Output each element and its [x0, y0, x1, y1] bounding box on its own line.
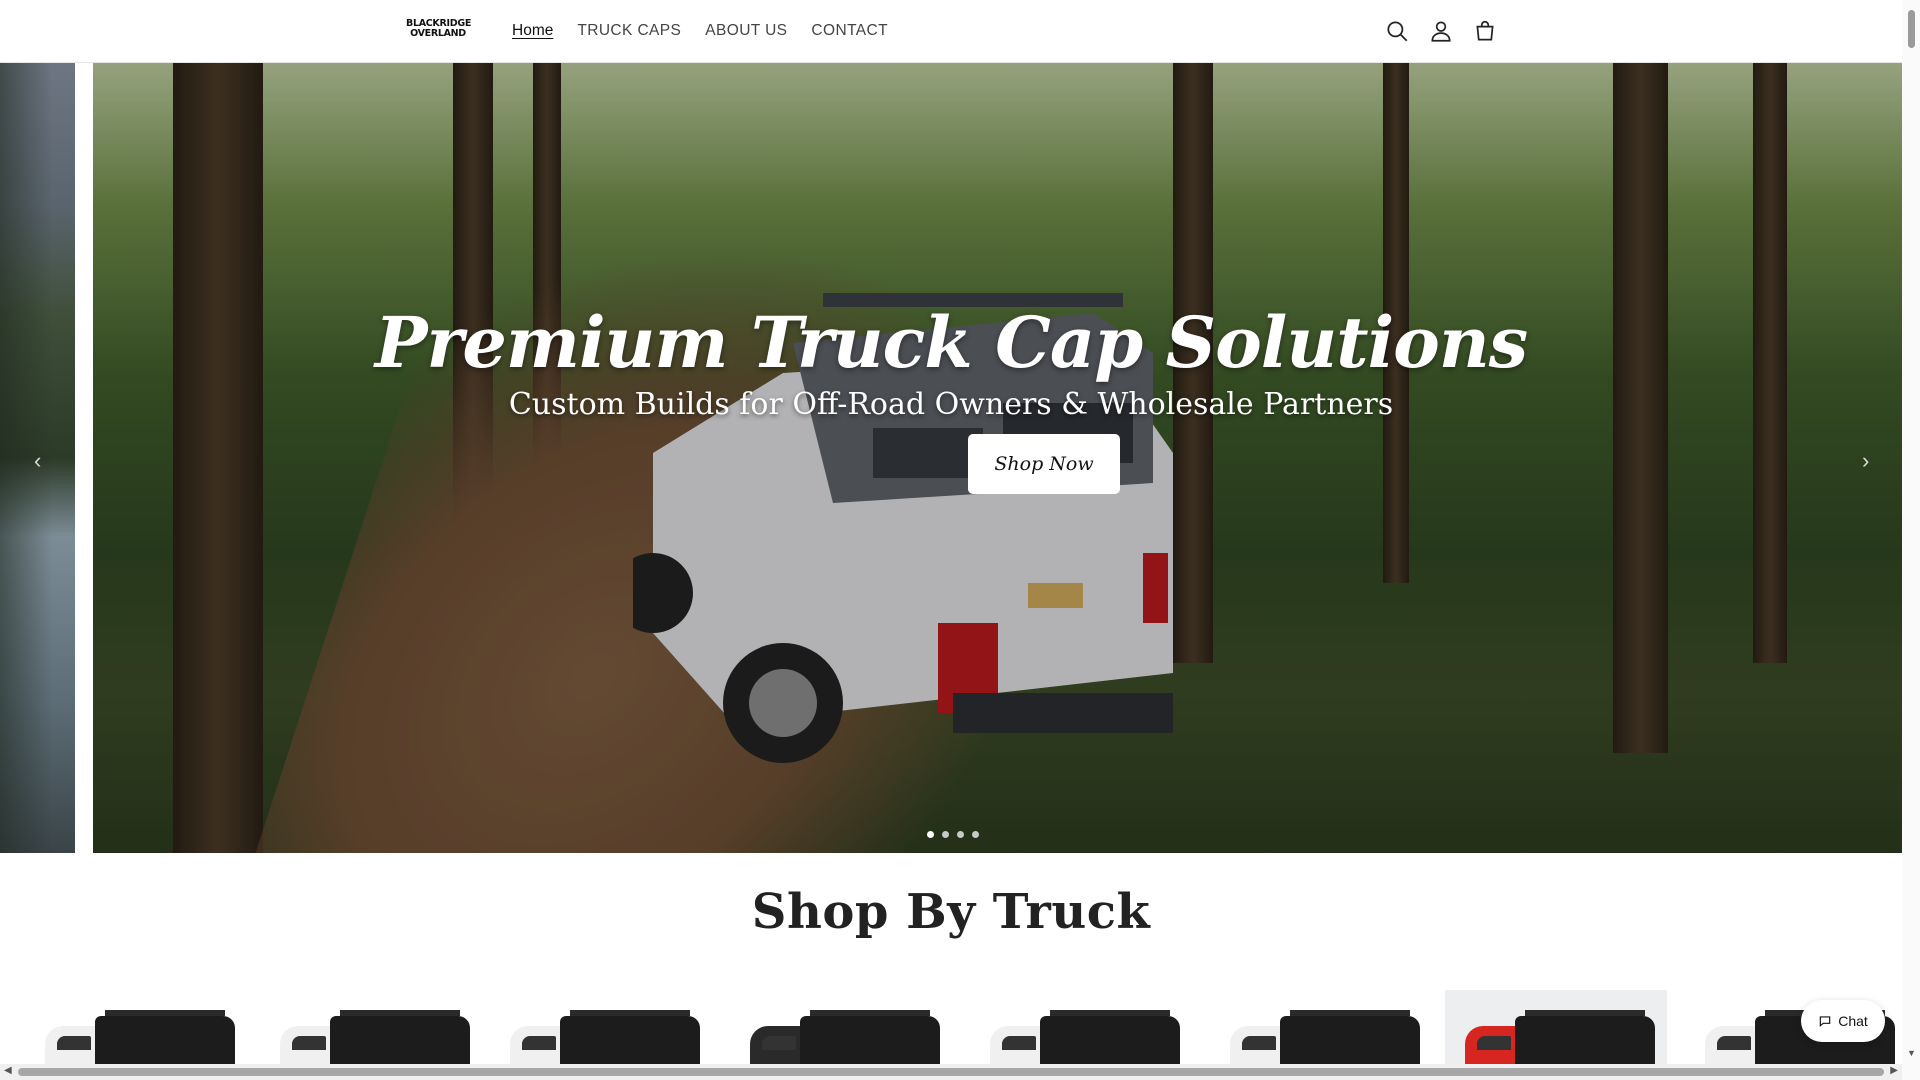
horizontal-scroll-thumb[interactable] — [18, 1068, 1884, 1076]
slide-dot-1[interactable] — [927, 831, 934, 838]
main-nav: Home TRUCK CAPS ABOUT US CONTACT — [512, 22, 912, 40]
hero-slider: Premium Truck Cap Solutions Custom Build… — [0, 63, 1902, 853]
cart-icon[interactable] — [1472, 18, 1498, 44]
slider-prev-icon[interactable]: ‹ — [34, 448, 41, 474]
slider-next-icon[interactable]: › — [1862, 448, 1869, 474]
chat-icon — [1819, 1016, 1831, 1027]
slide-dot-2[interactable] — [942, 831, 949, 838]
site-logo[interactable]: BLACKRIDGE OVERLAND — [406, 19, 471, 39]
slide-dot-3[interactable] — [957, 831, 964, 838]
truck-card[interactable] — [260, 990, 482, 1070]
scroll-down-arrow-icon[interactable]: ▼ — [1907, 1048, 1916, 1058]
search-icon[interactable] — [1384, 18, 1410, 44]
scroll-right-arrow-icon[interactable]: ▶ — [1890, 1065, 1898, 1076]
nav-home[interactable]: Home — [512, 22, 553, 40]
shop-by-truck-heading: Shop By Truck — [751, 884, 1151, 940]
truck-card[interactable] — [730, 990, 952, 1070]
logo-line-2: OVERLAND — [410, 28, 466, 39]
nav-about-us[interactable]: ABOUT US — [705, 22, 787, 40]
hero-title: Premium Truck Cap Solutions — [374, 301, 1528, 384]
nav-contact[interactable]: CONTACT — [811, 22, 888, 40]
chat-button[interactable]: Chat — [1801, 1000, 1885, 1042]
horizontal-scrollbar[interactable]: ◀ ▶ — [0, 1064, 1902, 1080]
truck-card[interactable] — [970, 990, 1192, 1070]
truck-card[interactable] — [1445, 990, 1667, 1070]
vertical-scroll-thumb[interactable] — [1908, 10, 1915, 48]
truck-card[interactable] — [25, 990, 247, 1070]
vertical-scrollbar[interactable]: ▼ — [1902, 0, 1920, 1080]
chat-label: Chat — [1838, 1013, 1868, 1029]
nav-truck-caps[interactable]: TRUCK CAPS — [577, 22, 681, 40]
truck-card[interactable] — [1210, 990, 1432, 1070]
truck-carousel — [5, 990, 1905, 1070]
slider-pagination — [927, 831, 979, 838]
truck-card[interactable] — [490, 990, 712, 1070]
shop-now-button[interactable]: Shop Now — [968, 434, 1120, 494]
account-icon[interactable] — [1428, 18, 1454, 44]
hero-subtitle: Custom Builds for Off-Road Owners & Whol… — [508, 387, 1394, 422]
site-header: BLACKRIDGE OVERLAND Home TRUCK CAPS ABOU… — [0, 0, 1902, 63]
scroll-left-arrow-icon[interactable]: ◀ — [4, 1065, 12, 1076]
slide-dot-4[interactable] — [972, 831, 979, 838]
